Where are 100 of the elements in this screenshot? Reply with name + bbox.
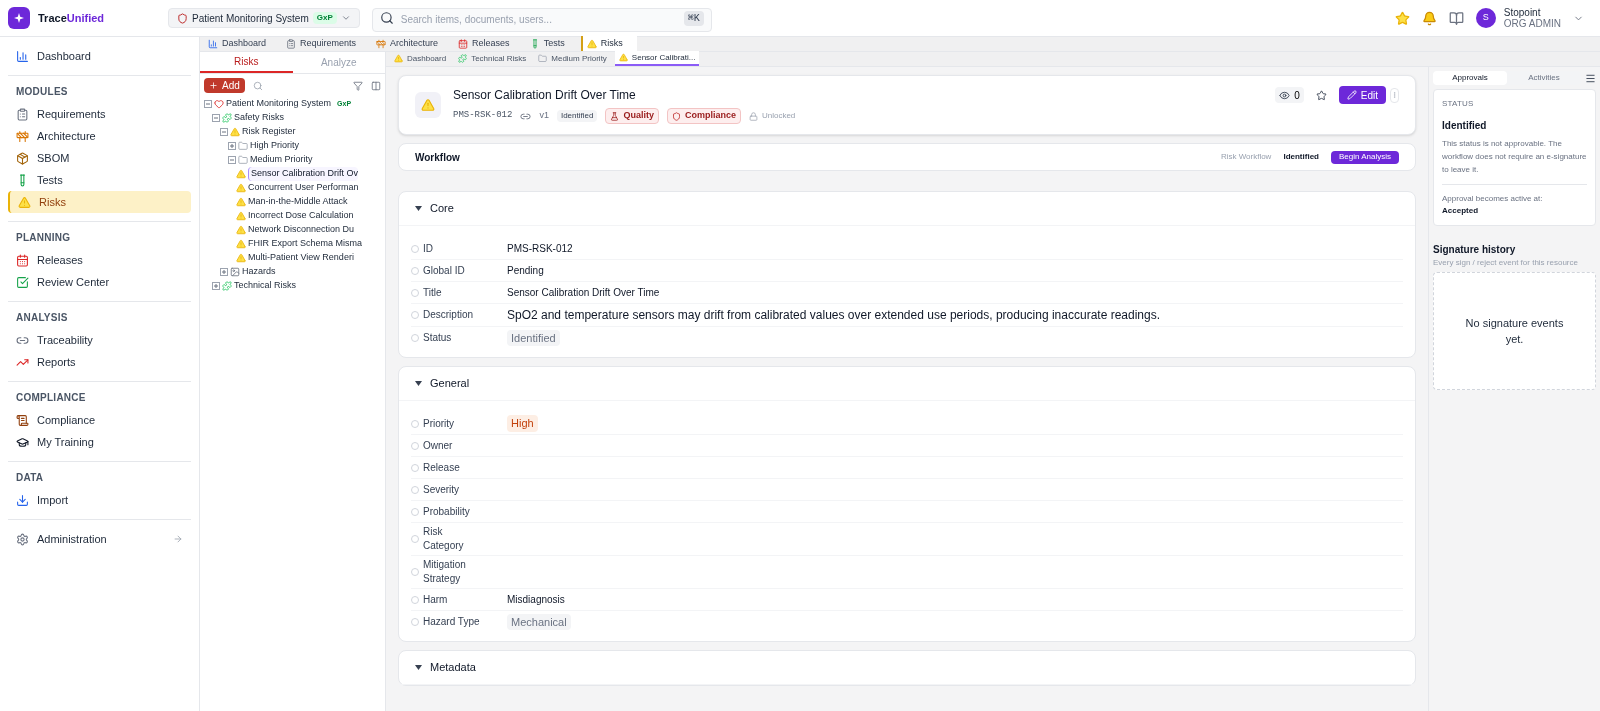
star-icon[interactable] [1394, 10, 1410, 26]
layout-icon[interactable] [371, 80, 381, 91]
edit-button[interactable]: Edit [1338, 86, 1386, 104]
nav-item[interactable]: Risks [8, 191, 191, 213]
nav-item[interactable]: Import [8, 489, 191, 511]
nav-item[interactable]: Review Center [8, 271, 191, 293]
menu-icon[interactable] [1585, 72, 1596, 84]
tree-item[interactable]: Man-in-the-Middle Attack [248, 195, 348, 209]
more-icon [1391, 91, 1398, 99]
tree-item[interactable]: Multi-Patient View Renderi [248, 251, 354, 265]
value-tag: Identified [507, 329, 560, 347]
warning-icon [394, 54, 403, 63]
nav-item[interactable]: Compliance [8, 409, 191, 431]
status-note: This status is not approvable. The workflow does not require an e-signature to leave it. [1442, 137, 1587, 185]
search-icon [379, 11, 394, 25]
flask-icon [610, 111, 620, 121]
module-tab[interactable]: Architecture [372, 36, 443, 51]
heart-icon [214, 99, 224, 109]
tree-item[interactable]: Safety Risks [234, 111, 284, 125]
panel-tab[interactable]: Activities [1507, 71, 1581, 85]
priority-tag: High [507, 415, 538, 432]
view-count: 0 [1275, 87, 1304, 103]
project-selector[interactable]: Patient Monitoring System GxP [168, 8, 360, 28]
more-button[interactable] [1390, 87, 1399, 103]
warning-icon [421, 98, 435, 112]
nav-item[interactable]: Dashboard [8, 45, 191, 67]
plus-icon [209, 81, 218, 90]
panel-tab[interactable]: Approvals [1433, 71, 1507, 85]
item-id: PMS-RSK-012 [453, 109, 513, 123]
user-avatar[interactable]: S [1475, 8, 1496, 28]
module-tab[interactable]: Requirements [282, 36, 361, 51]
lock-icon [748, 111, 758, 121]
brand-name: TraceUnified [38, 10, 106, 26]
section-heading: COMPLIANCE [15, 391, 87, 405]
tree-item[interactable]: Concurrent User Performan [248, 181, 359, 195]
search-icon[interactable] [252, 80, 263, 91]
app-logo-icon [8, 7, 30, 29]
tree-item[interactable]: Incorrect Dose Calculation [248, 209, 354, 223]
tree-item[interactable]: Patient Monitoring System [226, 97, 332, 111]
tree-item[interactable]: Sensor Calibration Drift Ov [248, 167, 359, 181]
workflow-name: Risk Workflow [1220, 151, 1272, 163]
expand-icon[interactable] [212, 282, 220, 290]
module-tab[interactable]: Risks [580, 36, 637, 51]
begin-analysis-button[interactable]: Begin Analysis [1330, 150, 1399, 164]
tree-item[interactable]: Risk Register [242, 125, 296, 139]
bell-icon[interactable] [1421, 10, 1437, 26]
tree-item[interactable]: Technical Risks [234, 279, 297, 293]
caret-icon [340, 13, 351, 23]
module-tab[interactable]: Tests [525, 36, 569, 51]
collapse-caret-icon[interactable] [415, 380, 422, 387]
warning-icon [18, 195, 31, 209]
collapse-caret-icon[interactable] [415, 664, 422, 671]
breadcrumb-tab[interactable]: Sensor Calibrati... [614, 51, 700, 66]
collapse-icon[interactable] [228, 156, 236, 164]
tree-item[interactable]: Network Disconnection Du [248, 223, 355, 237]
collapse-icon[interactable] [212, 114, 220, 122]
module-tab[interactable]: Dashboard [204, 36, 271, 51]
module-tab[interactable]: Releases [454, 36, 514, 51]
expand-icon[interactable] [228, 142, 236, 150]
tree-item[interactable]: Medium Priority [250, 153, 313, 167]
nav-item[interactable]: Tests [8, 169, 191, 191]
tree-item[interactable]: FHIR Export Schema Misma [248, 237, 363, 251]
nav-item[interactable]: My Training [8, 431, 191, 453]
value-tag: Mechanical [507, 613, 571, 631]
approval-label: Approval becomes active at: [1442, 193, 1544, 205]
nav-item[interactable]: Architecture [8, 125, 191, 147]
section-heading: ANALYSIS [15, 311, 69, 325]
collapse-caret-icon[interactable] [415, 205, 422, 212]
eye-icon [1279, 89, 1291, 101]
field-label: Description [423, 308, 475, 322]
image-icon [230, 267, 240, 277]
panel-tab[interactable]: Risks [200, 52, 293, 73]
book-icon[interactable] [1448, 10, 1464, 26]
field-label: Title [423, 285, 443, 300]
add-button[interactable]: Add [204, 78, 245, 93]
star-icon[interactable] [1315, 89, 1327, 101]
field-value: SpO2 and temperature sensors may drift from calibrated values over extended use periods, producing inaccurate readings. [507, 307, 1161, 324]
filter-icon[interactable] [353, 80, 363, 91]
collapse-icon[interactable] [220, 128, 228, 136]
field-label: Probability [423, 504, 471, 519]
calendar-icon [458, 38, 469, 49]
collapse-icon[interactable] [204, 100, 212, 108]
expand-icon[interactable] [220, 268, 228, 276]
category-tag: Compliance [666, 108, 741, 124]
nav-item[interactable]: Administration [8, 528, 191, 550]
tree-item[interactable]: Hazards [242, 265, 276, 279]
breadcrumb-tab[interactable]: Dashboard [390, 51, 451, 66]
field-label: Owner [423, 438, 454, 453]
nav-item[interactable]: Requirements [8, 103, 191, 125]
clipboard-icon [16, 107, 29, 121]
nav-item[interactable]: SBOM [8, 147, 191, 169]
breadcrumb-tab[interactable]: Technical Risks [454, 51, 531, 66]
puzzle-icon [222, 113, 232, 123]
nav-item[interactable]: Releases [8, 249, 191, 271]
breadcrumb-tab[interactable]: Medium Priority [534, 51, 611, 66]
nav-item[interactable]: Reports [8, 351, 191, 373]
tree-item[interactable]: High Priority [250, 139, 299, 153]
calendar-icon [16, 253, 29, 267]
status-state: Identified [1442, 119, 1488, 133]
nav-item[interactable]: Traceability [8, 329, 191, 351]
